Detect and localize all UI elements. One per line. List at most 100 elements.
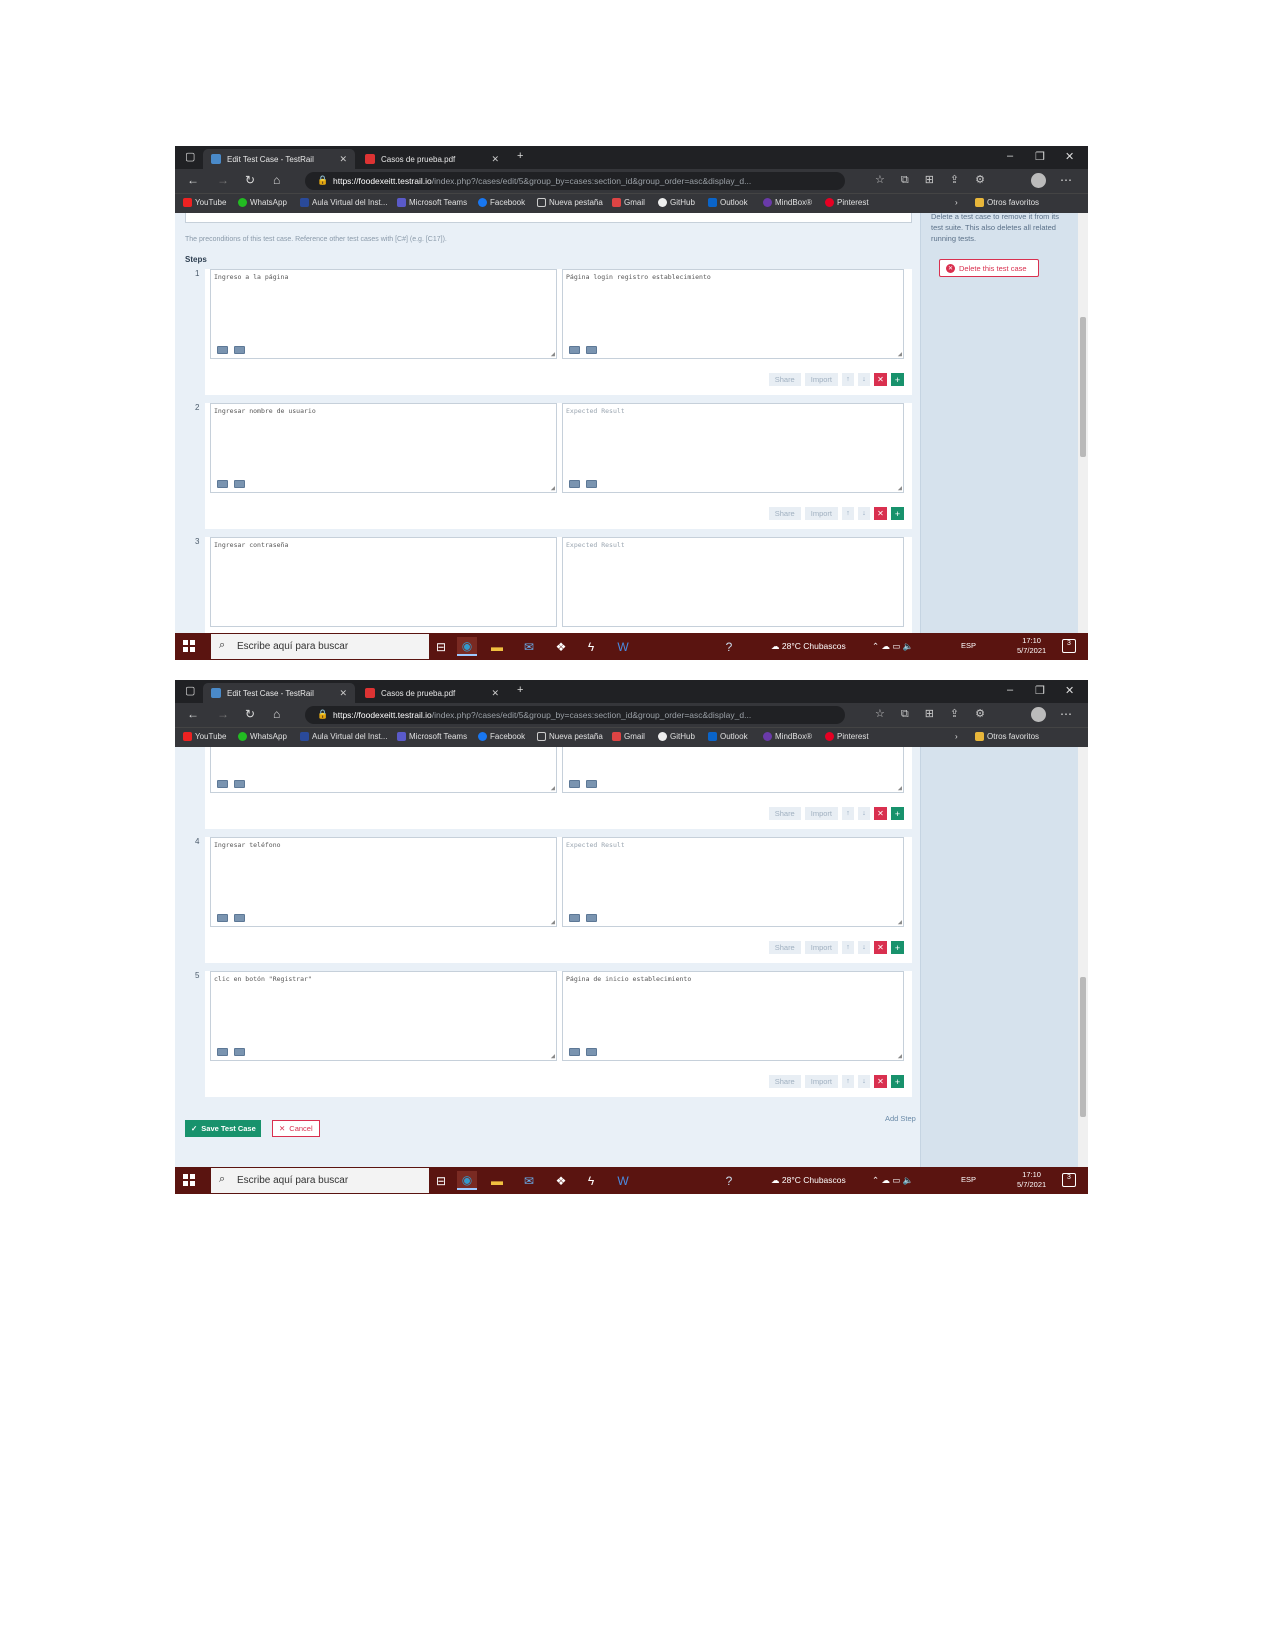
image-icon[interactable] [569,1048,580,1056]
resize-handle[interactable]: ◢ [898,918,902,926]
mail-icon[interactable]: ✉ [519,1171,539,1190]
close-window-icon[interactable]: ✕ [1065,684,1074,697]
table-icon[interactable] [586,346,597,354]
share-button[interactable]: Share [768,507,801,520]
bookmark-github[interactable]: GitHub [658,732,695,741]
restore-icon[interactable]: ❐ [1035,684,1045,697]
tab-actions-icon[interactable]: ▢ [185,684,195,697]
add-step-link[interactable]: Add Step [885,1114,916,1123]
bookmark-whatsapp[interactable]: WhatsApp [238,732,287,741]
weather-widget[interactable]: ☁ 28°C Chubascos [771,1175,846,1186]
image-icon[interactable] [569,346,580,354]
tab-actions-icon[interactable]: ▢ [185,150,195,163]
arrow-up-icon[interactable]: ↑ [842,1075,854,1088]
close-icon[interactable]: ✕ [339,688,347,699]
close-icon[interactable]: ✕ [491,154,499,165]
image-icon[interactable] [217,914,228,922]
table-icon[interactable] [234,780,245,788]
home-icon[interactable]: ⌂ [273,173,280,187]
reload-icon[interactable]: ↻ [245,707,255,721]
bookmark-mindbox[interactable]: MindBox® [763,198,812,207]
image-icon[interactable] [569,480,580,488]
bookmark-gmail[interactable]: Gmail [612,198,645,207]
help-icon[interactable]: ? [719,1171,739,1190]
bookmark-mindbox[interactable]: MindBox® [763,732,812,741]
add-step-button[interactable]: + [891,807,904,820]
share-button[interactable]: Share [768,373,801,386]
bookmark-otros-favoritos[interactable]: Otros favoritos [975,198,1039,207]
lightning-app-icon[interactable]: ϟ [581,637,601,656]
resize-handle[interactable]: ◢ [551,350,555,358]
table-icon[interactable] [234,1048,245,1056]
back-icon[interactable]: ← [187,707,199,721]
import-button[interactable]: Import [804,507,838,520]
scrollbar[interactable] [1078,747,1088,1167]
toolbar-icons[interactable]: ☆⧉⊞⇪⚙ [875,173,1001,187]
table-icon[interactable] [234,346,245,354]
reload-icon[interactable]: ↻ [245,173,255,187]
step-content-field[interactable]: Ingresar teléfono ◢ [210,837,557,927]
close-icon[interactable]: ✕ [491,688,499,699]
lightning-app-icon[interactable]: ϟ [581,1171,601,1190]
close-icon[interactable]: ✕ [339,154,347,165]
bookmark-pinterest[interactable]: Pinterest [825,198,869,207]
import-button[interactable]: Import [804,373,838,386]
image-icon[interactable] [217,1048,228,1056]
taskbar-search[interactable]: ⌕ Escribe aquí para buscar [211,1168,429,1193]
resize-handle[interactable]: ◢ [551,784,555,792]
resize-handle[interactable]: ◢ [551,918,555,926]
address-bar[interactable]: 🔒 https://foodexeitt.testrail.io/index.p… [305,172,845,190]
bookmark-nueva-pestana[interactable]: Nueva pestaña [537,198,603,207]
tab-casos-pdf[interactable]: Casos de prueba.pdf ✕ [357,149,507,169]
more-icon[interactable]: ⋯ [1060,707,1072,721]
table-icon[interactable] [234,914,245,922]
edge-icon[interactable]: ◉ [457,1171,477,1190]
mail-icon[interactable]: ✉ [519,637,539,656]
bookmark-outlook[interactable]: Outlook [708,732,748,741]
back-icon[interactable]: ← [187,173,199,187]
table-icon[interactable] [234,480,245,488]
weather-widget[interactable]: ☁ 28°C Chubascos [771,641,846,652]
language-indicator[interactable]: ESP [961,1175,976,1184]
word-icon[interactable]: W [613,637,633,656]
bookmark-outlook[interactable]: Outlook [708,198,748,207]
address-bar[interactable]: 🔒 https://foodexeitt.testrail.io/index.p… [305,706,845,724]
import-button[interactable]: Import [804,1075,838,1088]
home-icon[interactable]: ⌂ [273,707,280,721]
table-icon[interactable] [586,480,597,488]
resize-handle[interactable]: ◢ [898,1052,902,1060]
bookmark-teams[interactable]: Microsoft Teams [397,732,467,741]
avatar[interactable] [1031,173,1046,188]
arrow-down-icon[interactable]: ↓ [858,807,870,820]
resize-handle[interactable]: ◢ [898,350,902,358]
toolbar-icons[interactable]: ☆⧉⊞⇪⚙ [875,707,1001,721]
delete-step-button[interactable]: ✕ [874,507,887,520]
bookmark-youtube[interactable]: YouTube [183,732,226,741]
image-icon[interactable] [569,914,580,922]
add-step-button[interactable]: + [891,507,904,520]
import-button[interactable]: Import [804,807,838,820]
bookmark-gmail[interactable]: Gmail [612,732,645,741]
clock[interactable]: 17:10 5/7/2021 [1017,1170,1046,1190]
task-view-icon[interactable]: ⊟ [431,637,451,656]
delete-step-button[interactable]: ✕ [874,941,887,954]
bookmark-facebook[interactable]: Facebook [478,732,525,741]
dropbox-icon[interactable]: ❖ [551,637,571,656]
bookmark-github[interactable]: GitHub [658,198,695,207]
arrow-down-icon[interactable]: ↓ [858,941,870,954]
step-content-field[interactable]: Ingresar contraseña [210,537,557,627]
image-icon[interactable] [217,780,228,788]
resize-handle[interactable]: ◢ [551,1052,555,1060]
arrow-up-icon[interactable]: ↑ [842,941,854,954]
table-icon[interactable] [586,914,597,922]
image-icon[interactable] [569,780,580,788]
delete-step-button[interactable]: ✕ [874,373,887,386]
dropbox-icon[interactable]: ❖ [551,1171,571,1190]
bookmark-aula-virtual[interactable]: Aula Virtual del Inst... [300,732,387,741]
help-icon[interactable]: ? [719,637,739,656]
resize-handle[interactable]: ◢ [898,784,902,792]
taskbar-search[interactable]: ⌕ Escribe aquí para buscar [211,634,429,659]
resize-handle[interactable]: ◢ [551,484,555,492]
bookmark-nueva-pestana[interactable]: Nueva pestaña [537,732,603,741]
file-explorer-icon[interactable]: ▬ [487,1171,507,1190]
